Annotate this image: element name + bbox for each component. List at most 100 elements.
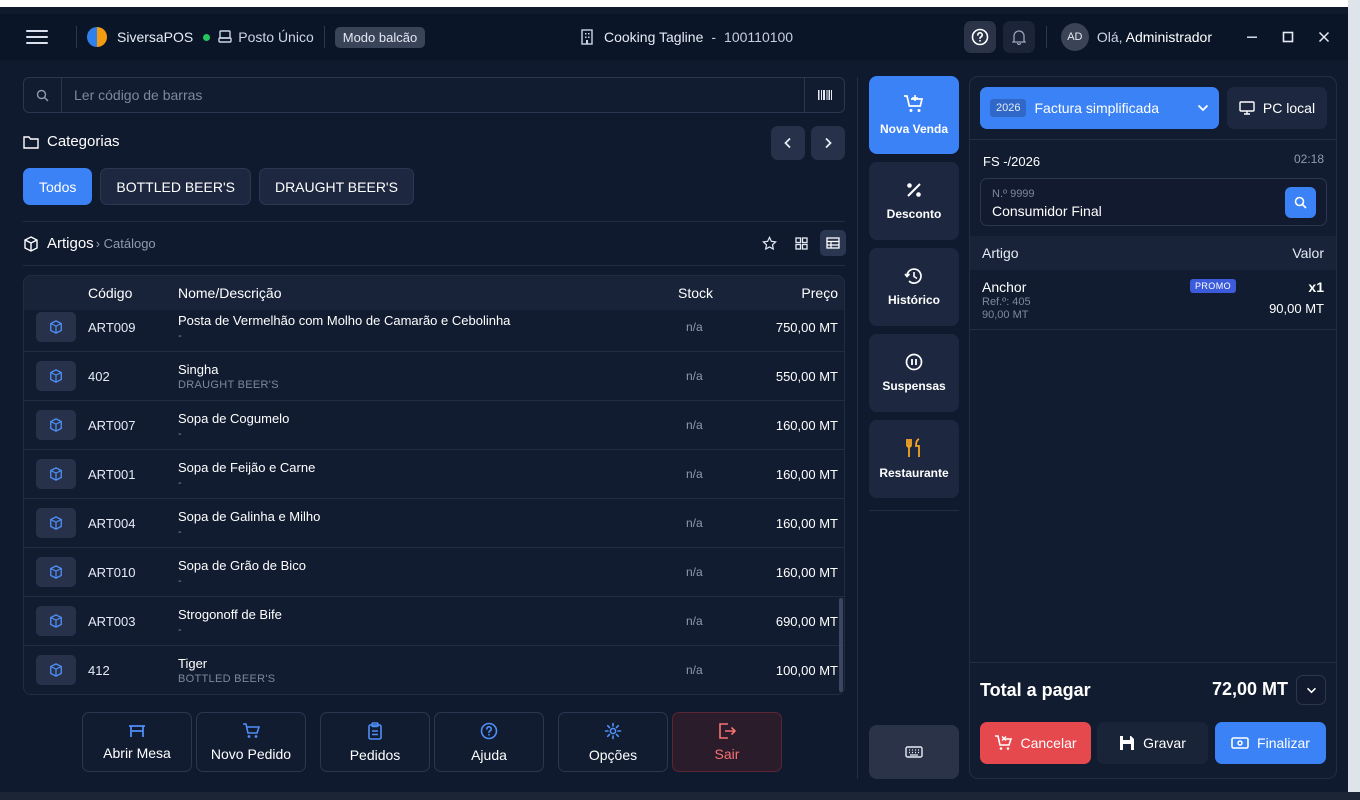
article-name: Sopa de Grão de Bico (178, 557, 306, 573)
history-button[interactable]: Histórico (869, 248, 959, 326)
column-code[interactable]: Código (88, 285, 178, 301)
avatar[interactable]: AD (1060, 23, 1089, 51)
client-selector[interactable]: N.º 9999 Consumidor Final (980, 178, 1327, 226)
article-subtitle: - (178, 329, 182, 342)
article-icon-button[interactable] (36, 606, 76, 636)
barcode-scan-button[interactable] (804, 78, 844, 112)
barcode-icon (817, 90, 832, 100)
document-type-select[interactable]: 2026 Factura simplificada (980, 87, 1219, 129)
article-code: 402 (88, 368, 110, 384)
article-icon-button[interactable] (36, 361, 76, 391)
cart-item[interactable]: Anchor Ref.º: 405 90,00 MT PROMO x1 90,0… (970, 272, 1336, 330)
options-button[interactable]: Opções (558, 712, 668, 772)
mode-badge[interactable]: Modo balcão (334, 26, 426, 48)
package-icon (50, 614, 62, 628)
company-code: 100110100 (724, 29, 794, 45)
article-icon-button[interactable] (36, 508, 76, 538)
table-row[interactable]: 402 Singha DRAUGHT BEER'S n/a 550,00 MT (24, 352, 844, 401)
suspended-button[interactable]: Suspensas (869, 334, 959, 412)
discount-button[interactable]: Desconto (869, 162, 959, 240)
cancel-button[interactable]: Cancelar (980, 722, 1091, 764)
monitor-icon (1239, 101, 1255, 115)
table-row[interactable]: ART009 Posta de Vermelhão com Molho de Ca… (24, 303, 844, 352)
title-bar: SiversaPOS Posto Único Modo balcão Cooki… (0, 14, 1348, 60)
article-price: 100,00 MT (775, 662, 838, 678)
user-greeting[interactable]: Olá, Administrador (1097, 29, 1212, 45)
terminal-button[interactable]: PC local (1227, 87, 1327, 129)
article-code: ART007 (88, 417, 136, 433)
column-stock[interactable]: Stock (678, 285, 738, 301)
keyboard-button[interactable] (869, 725, 959, 779)
package-icon (24, 235, 38, 252)
total-expand-button[interactable] (1296, 675, 1326, 705)
cart-header: Artigo Valor (970, 236, 1336, 270)
table-row[interactable]: ART007 Sopa de Cogumelo - n/a 160,00 MT (24, 401, 844, 450)
printer-icon (218, 30, 232, 43)
article-icon-button[interactable] (36, 459, 76, 489)
article-icon-button[interactable] (36, 655, 76, 685)
exit-button[interactable]: Sair (672, 712, 782, 772)
orders-label: Pedidos (349, 746, 401, 763)
table-row[interactable]: 412 Tiger BOTTLED BEER'S n/a 100,00 MT (24, 646, 844, 694)
help-button[interactable] (963, 21, 996, 53)
cart-item-ref: Ref.º: 405 (982, 296, 1031, 308)
cutlery-icon (906, 438, 920, 457)
article-icon-button[interactable] (36, 557, 76, 587)
orders-button[interactable]: Pedidos (320, 712, 430, 772)
save-button[interactable]: Gravar (1097, 722, 1208, 764)
total-label: Total a pagar (980, 680, 1091, 700)
article-subtitle: - (178, 476, 182, 489)
brand-logo (87, 27, 107, 47)
open-table-button[interactable]: Abrir Mesa (82, 712, 192, 772)
column-name[interactable]: Nome/Descrição (178, 285, 678, 301)
article-name: Posta de Vermelhão com Molho de Camarão … (178, 312, 511, 328)
article-icon-button[interactable] (36, 312, 76, 342)
history-icon (904, 268, 922, 284)
article-icon-button[interactable] (36, 410, 76, 440)
package-icon (50, 418, 62, 432)
article-subtitle: - (178, 574, 182, 587)
articles-breadcrumb: › Catálogo (95, 236, 156, 251)
table-row[interactable]: ART004 Sopa de Galinha e Milho - n/a 160,00 … (24, 499, 844, 548)
categories-next-button[interactable] (811, 126, 845, 160)
category-chip-bottled-beers[interactable]: BOTTLED BEER'S (100, 168, 251, 205)
maximize-button[interactable] (1270, 14, 1306, 60)
history-label: Histórico (887, 293, 940, 307)
new-order-label: Novo Pedido (210, 745, 292, 762)
column-price[interactable]: Preço (738, 285, 838, 301)
minimize-icon (1247, 36, 1257, 38)
article-price: 160,00 MT (775, 417, 838, 433)
categories-prev-button[interactable] (771, 126, 805, 160)
restaurant-button[interactable]: Restaurante (869, 420, 959, 498)
articles-title: Artigos (47, 235, 94, 252)
categories-title: Categorias (47, 133, 120, 150)
table-row[interactable]: ART010 Sopa de Grão de Bico - n/a 160,00 MT (24, 548, 844, 597)
articles-header: Artigos › Catálogo (23, 235, 156, 252)
help-action-button[interactable]: Ajuda (434, 712, 544, 772)
grid-view-button[interactable] (788, 230, 814, 256)
article-name: Tiger (178, 655, 208, 671)
article-price: 160,00 MT (775, 466, 838, 482)
document-year: 2026 (990, 99, 1027, 117)
total-row: Total a pagar 72,00 MT (970, 674, 1336, 708)
close-button[interactable] (1306, 14, 1342, 60)
table-row[interactable]: ART003 Strogonoff de Bife - n/a 690,00 MT (24, 597, 844, 646)
package-icon (50, 663, 62, 677)
scrollbar[interactable] (839, 598, 843, 692)
favorites-button[interactable] (756, 230, 782, 256)
article-stock: n/a (686, 565, 703, 579)
category-chip-all[interactable]: Todos (23, 168, 93, 205)
folder-icon (23, 135, 39, 149)
new-sale-button[interactable]: Nova Venda (869, 76, 959, 154)
minimize-button[interactable] (1234, 14, 1270, 60)
barcode-input[interactable] (62, 87, 804, 103)
company-name: Cooking Tagline (604, 29, 704, 45)
notifications-button[interactable] (1002, 21, 1035, 53)
finish-button[interactable]: Finalizar (1215, 722, 1326, 764)
menu-icon[interactable] (26, 30, 48, 44)
table-row[interactable]: ART001 Sopa de Feijão e Carne - n/a 160,00 M… (24, 450, 844, 499)
client-search-button[interactable] (1285, 187, 1316, 218)
category-chip-draught-beers[interactable]: DRAUGHT BEER'S (258, 168, 414, 205)
new-order-button[interactable]: Novo Pedido (196, 712, 306, 772)
table-view-button[interactable] (820, 230, 846, 256)
